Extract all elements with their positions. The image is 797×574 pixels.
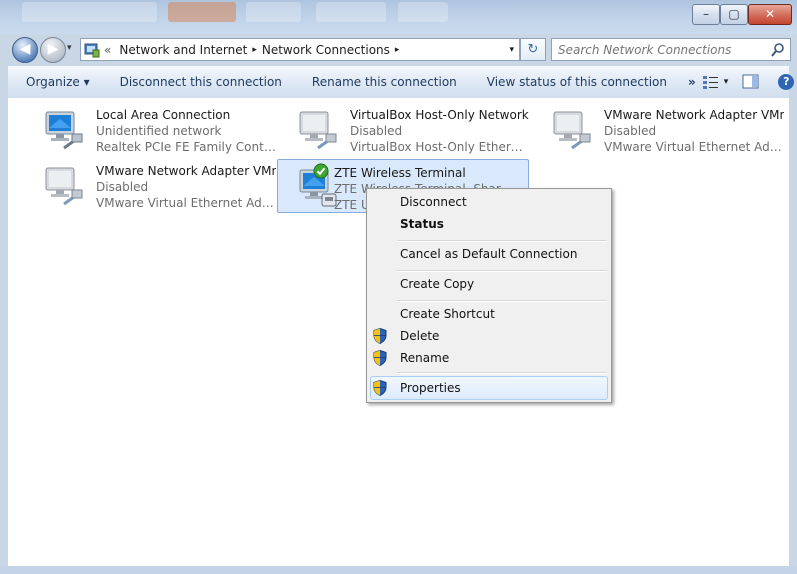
close-button[interactable]: ✕	[748, 4, 792, 25]
background-tab	[246, 2, 301, 22]
connected-check-icon	[313, 163, 329, 179]
menu-item-create-copy[interactable]: Create Copy	[400, 274, 474, 294]
breadcrumb-separator-icon[interactable]: ▸	[394, 45, 401, 55]
menu-item-properties[interactable]: Properties	[400, 378, 461, 398]
network-adapter-disabled-icon	[45, 167, 83, 206]
search-input[interactable]	[552, 41, 770, 58]
connection-name: VirtualBox Host-Only Network	[350, 108, 529, 122]
menu-item-create-shortcut[interactable]: Create Shortcut	[400, 304, 495, 324]
more-commands-button[interactable]: »	[682, 75, 702, 89]
background-tab	[316, 2, 386, 22]
connection-item-vmnet1[interactable]: VMware Network Adapter VMnet1 Disabled V…	[532, 102, 784, 156]
menu-separator	[397, 270, 607, 272]
background-tab	[22, 2, 157, 22]
connection-item-virtualbox[interactable]: VirtualBox Host-Only Network Disabled Vi…	[278, 102, 530, 156]
menu-item-disconnect[interactable]: Disconnect	[400, 192, 467, 212]
minimize-button[interactable]: –	[692, 4, 720, 25]
uac-shield-icon	[373, 350, 387, 366]
connection-status: Disabled	[96, 180, 149, 194]
disconnect-connection-button[interactable]: Disconnect this connection	[105, 75, 297, 89]
connection-status: Disabled	[350, 124, 403, 138]
uac-shield-icon	[373, 328, 387, 344]
menu-item-cancel-default[interactable]: Cancel as Default Connection	[400, 244, 577, 264]
address-bar[interactable]: « Network and Internet ▸ Network Connect…	[80, 38, 520, 61]
menu-item-delete[interactable]: Delete	[400, 326, 439, 346]
breadcrumb-network-connections[interactable]: Network Connections	[258, 43, 394, 57]
command-toolbar: Organize ▾ Disconnect this connection Re…	[8, 66, 795, 99]
connection-status: Unidentified network	[96, 124, 222, 138]
connection-device: VMware Virtual Ethernet Adapter ...	[604, 140, 784, 154]
window-bottom-border	[0, 566, 797, 574]
recent-pages-dropdown[interactable]: ▾	[67, 43, 72, 53]
connection-status: Disabled	[604, 124, 657, 138]
menu-item-rename[interactable]: Rename	[400, 348, 449, 368]
network-adapter-icon	[45, 111, 83, 150]
menu-separator	[397, 300, 607, 302]
back-button[interactable]: ◀	[12, 37, 38, 63]
connection-device: VirtualBox Host-Only Ethernet Ad...	[350, 140, 530, 154]
connection-device: VMware Virtual Ethernet Adapter ...	[96, 196, 276, 210]
address-dropdown-icon[interactable]: ▾	[509, 45, 514, 55]
menu-separator	[397, 372, 607, 374]
rename-connection-button[interactable]: Rename this connection	[297, 75, 472, 89]
background-tab-active	[168, 2, 236, 22]
connection-name: VMware Network Adapter VMnet1	[604, 108, 784, 122]
change-view-icon[interactable]	[702, 74, 720, 90]
organize-menu[interactable]: Organize ▾	[8, 75, 105, 89]
connection-item-vmnet8[interactable]: VMware Network Adapter VMnet8 Disabled V…	[24, 158, 276, 212]
breadcrumb-network-and-internet[interactable]: Network and Internet	[115, 43, 251, 57]
forward-button[interactable]: ▶	[40, 37, 66, 63]
connection-name: ZTE Wireless Terminal	[334, 166, 466, 180]
context-menu: Disconnect Status Cancel as Default Conn…	[366, 188, 612, 403]
search-box[interactable]	[551, 38, 791, 61]
view-status-button[interactable]: View status of this connection	[472, 75, 682, 89]
help-button[interactable]: ?	[778, 74, 795, 90]
menu-item-status[interactable]: Status	[400, 214, 444, 234]
network-adapter-disabled-icon	[553, 111, 591, 150]
network-folder-icon	[84, 43, 100, 57]
uac-shield-icon	[373, 380, 387, 396]
window-titlebar: – ▢ ✕	[0, 0, 797, 34]
search-icon[interactable]	[770, 42, 786, 58]
navigation-bar: ◀ ▶ ▾ « Network and Internet ▸ Network C…	[0, 34, 797, 64]
connection-item-local-area[interactable]: Local Area Connection Unidentified netwo…	[24, 102, 276, 156]
preview-pane-icon[interactable]	[742, 74, 760, 90]
network-adapter-disabled-icon	[299, 111, 337, 150]
connection-device: Realtek PCIe FE Family Controller	[96, 140, 276, 154]
connection-name: Local Area Connection	[96, 108, 231, 122]
address-overflow-chevron[interactable]: «	[100, 43, 115, 57]
connection-name: VMware Network Adapter VMnet8	[96, 164, 276, 178]
menu-separator	[397, 240, 607, 242]
background-tab	[398, 2, 448, 22]
view-options-dropdown-icon[interactable]: ▾	[724, 77, 729, 87]
maximize-button[interactable]: ▢	[720, 4, 748, 25]
refresh-button[interactable]: ↻	[520, 38, 546, 61]
